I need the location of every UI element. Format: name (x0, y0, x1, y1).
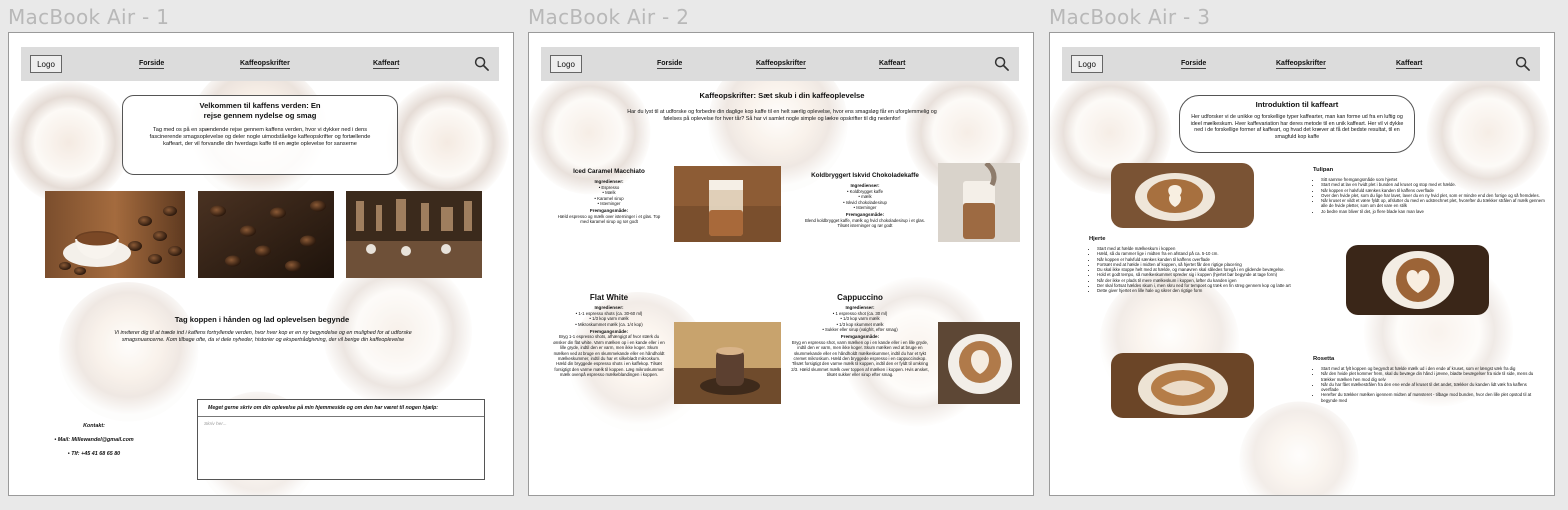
search-icon[interactable] (1515, 56, 1530, 71)
ingredient-list: 1 espresso shot (ca. 30 ml) 1/3 kop varm… (791, 311, 929, 333)
coffee-beans-photo (198, 191, 334, 278)
page-heading: Introduktion til kaffeart (1255, 100, 1339, 109)
page-heading: Kaffeopskrifter: Sæt skub i din kaffeopl… (699, 91, 865, 100)
art-title: Tulipan (1313, 167, 1334, 173)
recipe-iced-caramel-macchiato: Iced Caramel Macchiato Ingredienser: Esp… (553, 168, 665, 225)
top-navigation: Logo Forside Kaffeopskrifter Kaffeart (21, 47, 499, 81)
search-icon[interactable] (994, 56, 1009, 71)
tulip-latte-art-photo (1111, 163, 1254, 228)
contact-title: Kontakt: (83, 423, 105, 429)
nav-link-kaffeopskrifter[interactable]: Kaffeopskrifter (240, 60, 290, 69)
nav-link-forside[interactable]: Forside (139, 60, 165, 69)
page-intro: Her udforsker vi de unikke og forskellig… (1190, 114, 1404, 140)
rosetta-latte-art-photo (1111, 353, 1254, 418)
flat-white-photo (674, 322, 781, 404)
heart-latte-art-photo (1346, 245, 1489, 315)
top-navigation: Logo Forside Kaffeopskrifter Kaffeart (541, 47, 1019, 81)
nav-link-forside[interactable]: Forside (657, 60, 683, 69)
contact-block: Kontakt: • Mail: Millewandel@gmail.com •… (39, 419, 149, 461)
frame-kaffeart: Logo Forside Kaffeopskrifter Kaffeart In… (1049, 32, 1555, 496)
art-tulipan: Tulipan Sitt samme fremgangsmåde som hje… (1313, 167, 1545, 214)
welcome-body: Tag med os på en spændende rejse gennem … (149, 127, 371, 147)
ingredient-list: 1-1 espresso shots (ca. 30-60 ml) 1/3 ko… (553, 311, 665, 327)
nav-link-kaffeart[interactable]: Kaffeart (879, 60, 906, 69)
contact-mail[interactable]: • Mail: Millewandel@gmail.com (39, 433, 149, 447)
logo[interactable]: Logo (1071, 55, 1103, 73)
feedback-label: Meget gerne skriv om din oplevelse på mi… (198, 400, 484, 417)
frame-kaffeopskrifter: Logo Forside Kaffeopskrifter Kaffeart Ka… (528, 32, 1034, 496)
ingredient-list: Espresso Mælk Karamel sirup Isterninger (553, 185, 665, 207)
welcome-heading: Velkommen til kaffens verden: En rejse g… (199, 101, 321, 120)
art-hjerte: Hjerte Start med at hælde mælkeskum i ko… (1089, 236, 1303, 294)
frame-title: MacBook Air - 3 (1049, 5, 1211, 29)
recipe-koldbrygget-chokoladekaffe: Koldbryggert Iskvid Chokoladekaffe Ingre… (801, 172, 929, 229)
logo[interactable]: Logo (30, 55, 62, 73)
design-canvas: MacBook Air - 1 Logo Forside Kaffeopskri… (0, 0, 1568, 510)
art-title: Hjerte (1089, 236, 1106, 242)
art-steps: Start med at fylt koppen og begyndt at h… (1313, 366, 1545, 403)
section-body: Vi inviterer dig til at træde ind i kaff… (114, 330, 412, 343)
nav-link-kaffeopskrifter[interactable]: Kaffeopskrifter (1276, 60, 1326, 69)
nav-link-kaffeopskrifter[interactable]: Kaffeopskrifter (756, 60, 806, 69)
art-rosetta: Rosetta Start med at fylt koppen og begy… (1313, 356, 1545, 403)
background-cups-pattern (529, 52, 1030, 432)
art-steps: Sitt samme fremgangsmåde som hjertet Sta… (1313, 177, 1545, 214)
top-navigation: Logo Forside Kaffeopskrifter Kaffeart (1062, 47, 1540, 81)
iced-caramel-macchiato-photo (674, 166, 781, 242)
nav-link-kaffeart[interactable]: Kaffeart (373, 60, 400, 69)
search-icon[interactable] (474, 56, 489, 71)
feedback-input[interactable]: Skriv her... (198, 417, 484, 432)
recipe-cappuccino: Cappuccino Ingredienser: 1 espresso shot… (791, 293, 929, 378)
feedback-form: Meget gerne skriv om din oplevelse på mi… (197, 399, 485, 480)
coffee-cup-beans-photo (45, 191, 185, 278)
recipe-flat-white: Flat White Ingredienser: 1-1 espresso sh… (553, 293, 665, 378)
section-heading: Tag koppen i hånden og lad oplevelsen be… (174, 315, 350, 324)
cappuccino-photo (938, 322, 1020, 404)
logo[interactable]: Logo (550, 55, 582, 73)
art-title: Rosetta (1313, 356, 1335, 362)
page-intro: Har du lyst til at udforske og forbedre … (627, 109, 937, 122)
frame-title: MacBook Air - 1 (8, 5, 170, 29)
frame-forside: Logo Forside Kaffeopskrifter Kaffeart Ve… (8, 32, 514, 496)
frame-title: MacBook Air - 2 (528, 5, 690, 29)
cafe-interior-photo (346, 191, 482, 278)
ingredient-list: Koldbrygget kaffe mælk Iskvid chokolades… (801, 189, 929, 211)
nav-link-kaffeart[interactable]: Kaffeart (1396, 60, 1423, 69)
nav-link-forside[interactable]: Forside (1181, 60, 1207, 69)
welcome-box: Velkommen til kaffens verden: En rejse g… (122, 95, 398, 175)
contact-phone[interactable]: • Tlf: +45 41 68 65 80 (39, 447, 149, 461)
cold-brew-chocolate-photo (938, 163, 1020, 242)
art-steps: Start med at hælde mælkeskum i koppen Hæ… (1089, 246, 1303, 294)
intro-box: Introduktion til kaffeart Her udforsker … (1179, 95, 1415, 153)
